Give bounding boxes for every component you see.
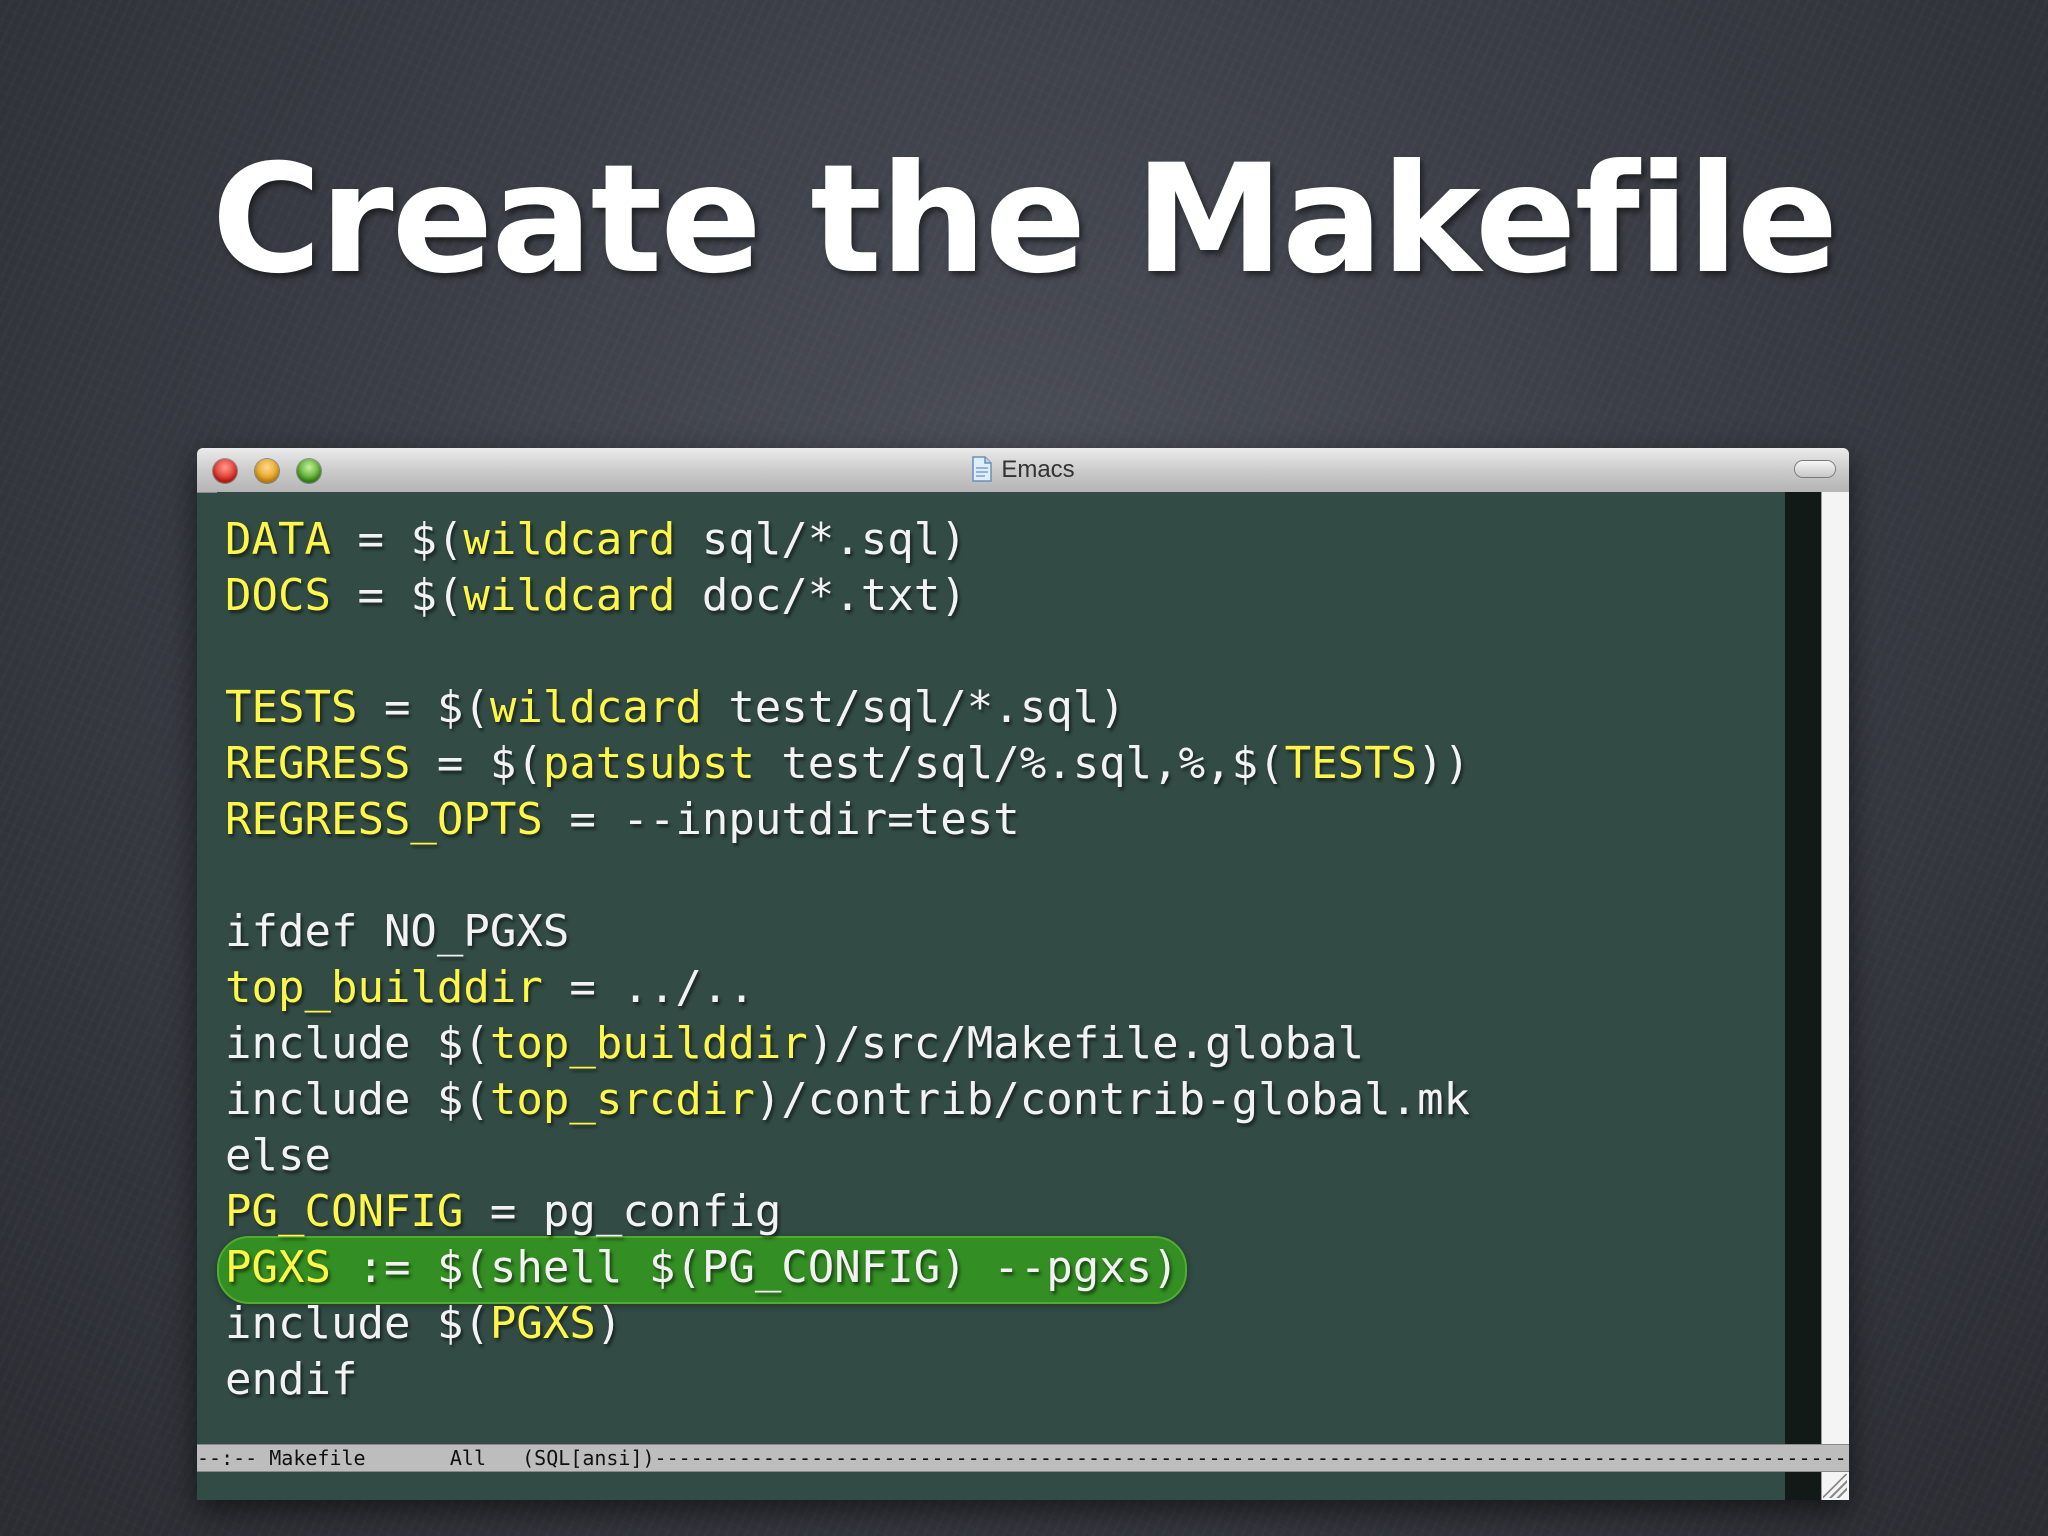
slide-title: Create the Makefile: [211, 133, 1839, 307]
code-text: )): [1417, 738, 1471, 789]
code-line[interactable]: PG_CONFIG = pg_config: [225, 1184, 1470, 1240]
editor-buffer[interactable]: DATA = $(wildcard sql/*.sql) DOCS = $(wil…: [217, 492, 1785, 1488]
fringe: [1785, 492, 1821, 1500]
code-keyword: PGXS: [489, 1298, 596, 1349]
code-text: doc/*.txt): [675, 570, 967, 621]
window-title: Emacs: [1001, 456, 1075, 483]
code-line[interactable]: include $(PGXS): [225, 1296, 1470, 1352]
code-text: include $(: [225, 1018, 490, 1069]
window-title-group: Emacs: [197, 448, 1849, 492]
code-text: = pg_config: [463, 1186, 782, 1237]
toolbar-toggle-button[interactable]: [1795, 461, 1835, 477]
code-text: = $(: [357, 682, 490, 733]
code-keyword: DOCS: [225, 570, 331, 621]
code-text: include $(: [225, 1074, 490, 1125]
code-line[interactable]: include $(top_builddir)/src/Makefile.glo…: [225, 1016, 1470, 1072]
code-keyword: top_builddir: [489, 1018, 808, 1069]
code-keyword: patsubst: [542, 738, 755, 789]
code-keyword: TESTS: [225, 682, 358, 733]
code-line[interactable]: DOCS = $(wildcard doc/*.txt): [225, 568, 1470, 624]
code-text: include $(: [225, 1298, 490, 1349]
code-line[interactable]: TESTS = $(wildcard test/sql/*.sql): [225, 680, 1470, 736]
code-line[interactable]: endif: [225, 1352, 1470, 1408]
window-titlebar[interactable]: Emacs: [197, 448, 1849, 493]
code-keyword: wildcard: [489, 682, 702, 733]
code-text: )/src/Makefile.global: [807, 1018, 1365, 1069]
code-line[interactable]: else: [225, 1128, 1470, 1184]
code-text: endif: [225, 1354, 358, 1405]
code-text: test/sql/%.sql,%,$(: [754, 738, 1285, 789]
code-text: test/sql/*.sql): [701, 682, 1126, 733]
code-text: ifdef NO_PGXS: [225, 906, 570, 957]
code-keyword: REGRESS: [225, 738, 411, 789]
emacs-window: Emacs DATA = $(wildcard sql/*.sql) DOCS =…: [197, 448, 1849, 1500]
code-text: = $(: [410, 738, 543, 789]
code-keyword: DATA: [225, 514, 331, 565]
code-keyword: wildcard: [463, 514, 676, 565]
code-line[interactable]: PGXS := $(shell $(PG_CONFIG) --pgxs): [225, 1240, 1470, 1296]
vertical-scrollbar[interactable]: [1821, 492, 1849, 1500]
code-line[interactable]: DATA = $(wildcard sql/*.sql): [225, 512, 1470, 568]
mode-line: --:-- Makefile All (SQL[ansi])----------…: [197, 1444, 1849, 1472]
code-line[interactable]: REGRESS = $(patsubst test/sql/%.sql,%,$(…: [225, 736, 1470, 792]
code-area[interactable]: DATA = $(wildcard sql/*.sql) DOCS = $(wil…: [225, 512, 1470, 1408]
code-text: ): [595, 1298, 623, 1349]
code-text: else: [225, 1130, 331, 1181]
code-keyword: top_srcdir: [489, 1074, 755, 1125]
code-text: sql/*.sql): [675, 514, 967, 565]
code-text: = --inputdir=test: [542, 794, 1020, 845]
code-line[interactable]: REGRESS_OPTS = --inputdir=test: [225, 792, 1470, 848]
code-keyword: PGXS: [225, 1242, 331, 1293]
code-line[interactable]: include $(top_srcdir)/contrib/contrib-gl…: [225, 1072, 1470, 1128]
code-line[interactable]: [225, 624, 1470, 680]
resize-grip-icon[interactable]: [1823, 1474, 1847, 1498]
code-line[interactable]: [225, 848, 1470, 904]
code-line[interactable]: top_builddir = ../..: [225, 960, 1470, 1016]
code-keyword: REGRESS_OPTS: [225, 794, 543, 845]
code-text: = $(: [330, 570, 464, 621]
code-text: = $(: [330, 514, 464, 565]
code-line[interactable]: ifdef NO_PGXS: [225, 904, 1470, 960]
code-text: := $(shell $(PG_CONFIG) --pgxs): [330, 1242, 1179, 1293]
code-keyword: TESTS: [1284, 738, 1418, 789]
code-keyword: PG_CONFIG: [225, 1186, 464, 1237]
document-icon: [972, 456, 993, 482]
code-keyword: top_builddir: [225, 962, 543, 1013]
code-text: = ../..: [542, 962, 755, 1013]
code-text: )/contrib/contrib-global.mk: [754, 1074, 1471, 1125]
minibuffer[interactable]: [217, 1472, 1785, 1500]
code-keyword: wildcard: [463, 570, 676, 621]
